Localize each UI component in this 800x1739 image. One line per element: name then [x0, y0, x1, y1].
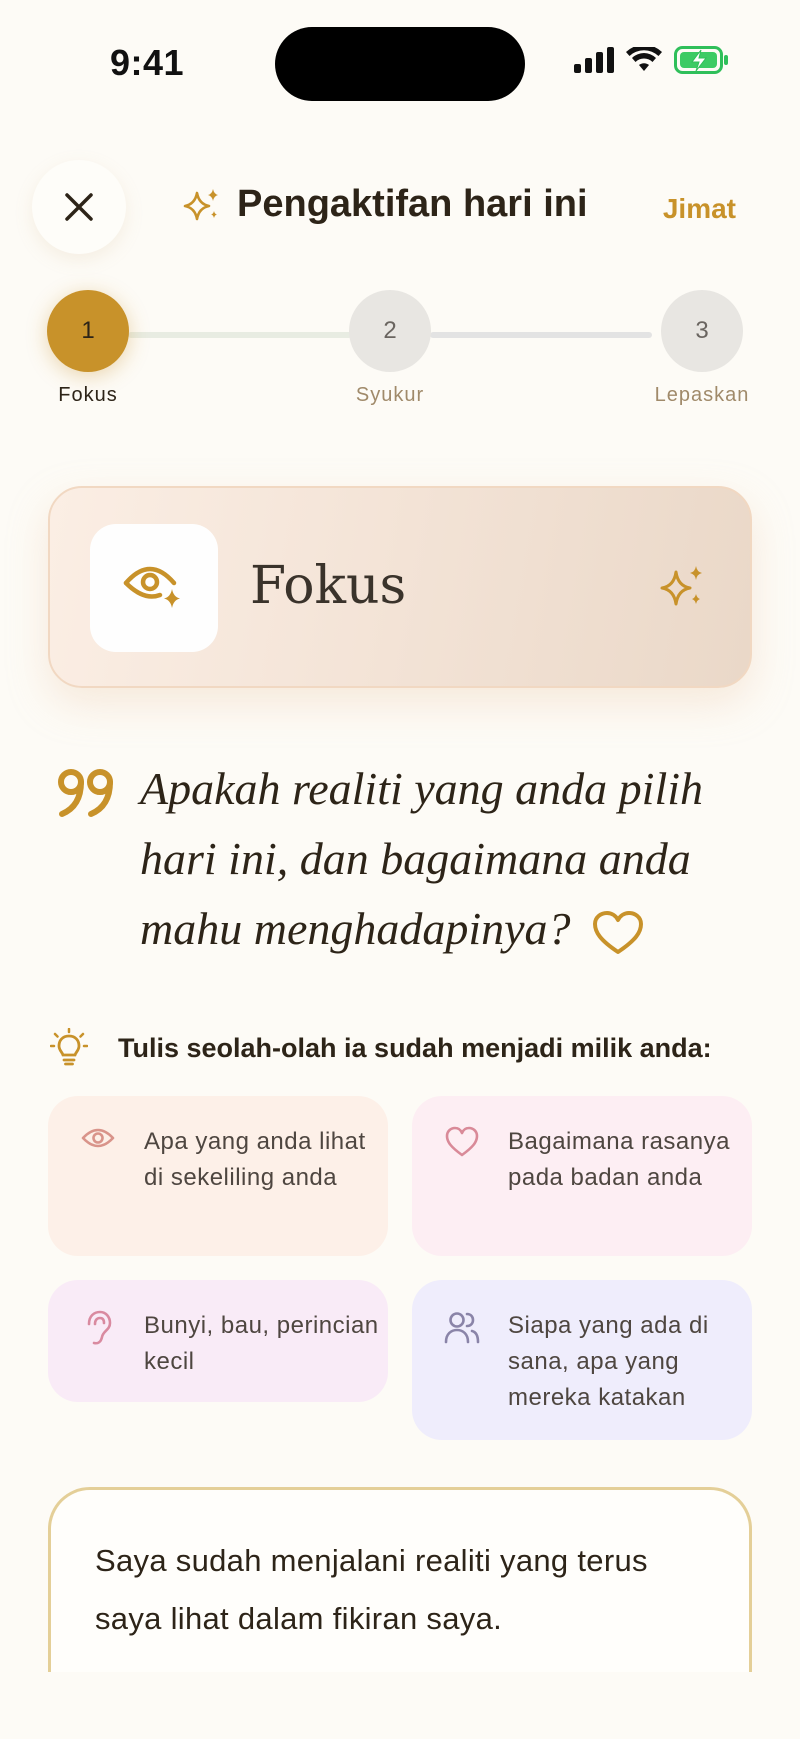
prompt-text: Apa yang anda lihat di sekeliling anda [144, 1128, 366, 1191]
tip-text: Tulis seolah-olah ia sudah menjadi milik… [118, 1032, 712, 1063]
step-lepaskan[interactable]: 3 Lepaskan [642, 290, 762, 407]
page-header: Pengaktifan hari ini [183, 183, 588, 226]
step-number: 3 [661, 290, 743, 372]
step-number: 1 [47, 290, 129, 372]
close-icon [65, 193, 93, 221]
cellular-signal-icon [574, 47, 614, 73]
step-label: Lepaskan [654, 384, 750, 406]
prompt-card-people[interactable]: Siapa yang ada di sana, apa yang mereka … [412, 1280, 752, 1440]
heart-icon [445, 1126, 479, 1157]
prompt-card-sight[interactable]: Apa yang anda lihat di sekeliling anda [48, 1096, 388, 1256]
eye-sparkle-icon [123, 566, 180, 608]
step-syukur[interactable]: 2 Syukur [330, 290, 450, 407]
prompt-text: Bunyi, bau, perincian kecil [144, 1312, 379, 1375]
reflection-question: Apakah realiti yang anda pilih hari ini,… [140, 754, 740, 964]
status-bar: 9:41 [0, 0, 800, 120]
sparkles-icon [183, 188, 218, 220]
writing-tip: Tulis seolah-olah ia sudah menjadi milik… [50, 1028, 712, 1068]
focus-card: Fokus [48, 486, 752, 688]
prompt-card-senses[interactable]: Bunyi, bau, perincian kecil [48, 1280, 388, 1402]
close-button[interactable] [32, 160, 126, 254]
eye-icon [81, 1128, 115, 1148]
step-connector [430, 332, 652, 338]
prompt-text: Siapa yang ada di sana, apa yang mereka … [508, 1312, 709, 1411]
save-button[interactable]: Jimat [663, 193, 736, 225]
people-icon [444, 1312, 480, 1344]
step-fokus[interactable]: 1 Fokus [28, 290, 148, 407]
prompt-text: Bagaimana rasanya pada badan anda [508, 1128, 730, 1191]
focus-title: Fokus [250, 556, 407, 616]
dynamic-island [275, 27, 525, 101]
lightbulb-icon [50, 1028, 88, 1066]
sparkles-icon [660, 566, 702, 606]
status-time: 9:41 [110, 42, 185, 83]
prompt-card-feeling[interactable]: Bagaimana rasanya pada badan anda [412, 1096, 752, 1256]
page-title: Pengaktifan hari ini [237, 183, 588, 225]
status-icons [574, 46, 730, 74]
wifi-icon [626, 47, 662, 71]
quote-icon [58, 769, 113, 817]
bottom-fade [0, 1672, 800, 1739]
focus-icon-box [90, 524, 218, 652]
step-label: Fokus [58, 384, 118, 406]
heart-icon[interactable] [592, 910, 644, 956]
step-label: Syukur [355, 384, 425, 406]
ear-icon [87, 1310, 112, 1345]
progress-stepper: 1 Fokus 2 Syukur 3 Lepaskan [0, 290, 800, 420]
step-number: 2 [349, 290, 431, 372]
battery-charging-icon [674, 46, 728, 74]
journal-text: Saya sudah menjalani realiti yang terus … [95, 1543, 648, 1636]
step-connector [128, 332, 352, 338]
